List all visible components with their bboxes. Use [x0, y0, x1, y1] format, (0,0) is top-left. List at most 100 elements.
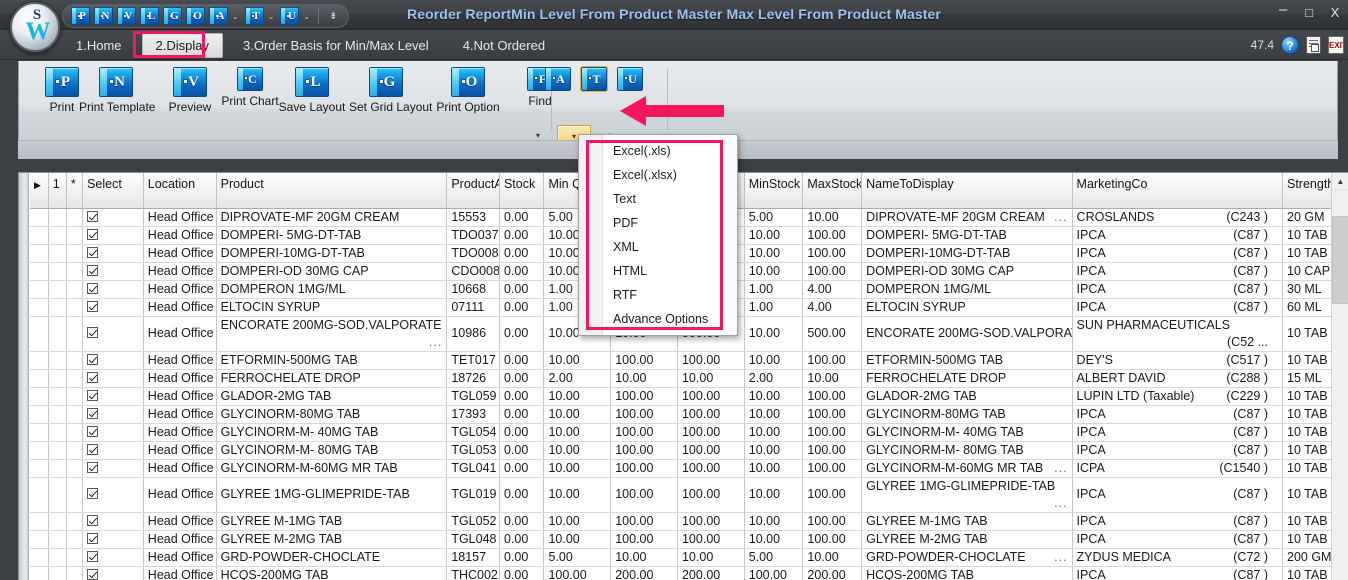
select-cell[interactable]: [82, 459, 144, 478]
t-quick-icon[interactable]: T: [244, 7, 264, 25]
chevron-down-icon[interactable]: ⌄: [268, 12, 275, 21]
row-header-cell[interactable]: [30, 477, 49, 513]
chevron-down-icon[interactable]: ⌄: [303, 12, 310, 21]
select-checkbox[interactable]: [87, 550, 99, 562]
print-option-button[interactable]: O Print Option: [431, 67, 505, 114]
row-header-cell[interactable]: [30, 280, 49, 299]
select-cell[interactable]: [82, 208, 144, 227]
preview-quick-icon[interactable]: V: [117, 7, 136, 25]
tab-3-order-basis-for-min-max-level[interactable]: 3.Order Basis for Min/Max Level: [229, 33, 443, 58]
row-header-cell[interactable]: [30, 262, 49, 281]
select-cell[interactable]: [82, 351, 144, 370]
select-cell[interactable]: [82, 530, 144, 549]
row-header-cell[interactable]: [30, 459, 49, 478]
select-cell[interactable]: [82, 405, 144, 424]
row-header-cell[interactable]: [30, 423, 49, 442]
select-cell[interactable]: [82, 387, 144, 406]
col-header-max-stock[interactable]: MaxStock: [802, 173, 863, 209]
row-header-cell[interactable]: [30, 512, 49, 531]
select-cell[interactable]: [82, 512, 144, 531]
col-header-select[interactable]: Select: [82, 173, 144, 209]
set-grid-layout-quick-icon[interactable]: G: [163, 7, 182, 25]
table-row[interactable]: Head Office ETFORMIN-500MG TAB TET017 0.00 1…: [30, 351, 1348, 370]
row-header-cell[interactable]: [30, 351, 49, 370]
select-cell[interactable]: [82, 441, 144, 460]
select-cell[interactable]: [82, 244, 144, 263]
select-cell[interactable]: [82, 423, 144, 442]
col-header-star[interactable]: *: [66, 173, 84, 209]
minimize-button[interactable]: –: [1276, 2, 1290, 17]
select-checkbox[interactable]: [87, 282, 99, 294]
menu-item-html[interactable]: HTML: [579, 259, 737, 283]
table-row[interactable]: Head Office GLYREE M-1MG TAB TGL052 0.00 10.…: [30, 512, 1348, 531]
col-header-name-to-display[interactable]: NameToDisplay: [861, 173, 1073, 209]
select-checkbox[interactable]: [87, 425, 99, 437]
select-checkbox[interactable]: [87, 371, 99, 383]
row-header-cell[interactable]: [30, 441, 49, 460]
col-header-product-alias[interactable]: ProductAlias: [446, 173, 500, 209]
select-checkbox[interactable]: [87, 488, 99, 499]
maximize-button[interactable]: □: [1302, 6, 1316, 20]
document-icon[interactable]: [1306, 36, 1321, 54]
vertical-scrollbar[interactable]: ▲: [1331, 173, 1348, 580]
table-row[interactable]: Head Office GLYCINORM-M- 40MG TAB TGL054 0.…: [30, 423, 1348, 442]
menu-item-rtf[interactable]: RTF: [579, 283, 737, 307]
print-template-button[interactable]: N Print Template: [79, 67, 155, 114]
quick-access-overflow-icon[interactable]: ⇟: [329, 11, 337, 22]
select-cell[interactable]: [82, 280, 144, 299]
print-quick-icon[interactable]: P: [71, 7, 90, 25]
tab-4-not-ordered[interactable]: 4.Not Ordered: [449, 33, 559, 58]
menu-item-text[interactable]: Text: [579, 187, 737, 211]
a-quick-icon[interactable]: A: [209, 7, 228, 25]
table-row[interactable]: Head Office GLADOR-2MG TAB TGL059 0.00 10.00…: [30, 387, 1348, 406]
menu-item-excel-xlsx[interactable]: Excel(.xlsx): [579, 163, 737, 187]
scrollbar-thumb[interactable]: [1332, 216, 1348, 304]
select-checkbox[interactable]: [87, 264, 99, 276]
select-cell[interactable]: [82, 548, 144, 567]
select-cell[interactable]: [82, 298, 144, 317]
menu-item-advance-options[interactable]: Advance Options: [579, 307, 737, 331]
col-header-min-stock[interactable]: MinStock: [744, 173, 804, 209]
print-option-quick-icon[interactable]: O: [186, 7, 205, 25]
row-header-cell[interactable]: [30, 387, 49, 406]
select-checkbox[interactable]: [87, 327, 99, 338]
col-header-product[interactable]: Product: [216, 173, 448, 209]
scroll-up-arrow[interactable]: ▲: [1332, 173, 1348, 190]
row-header-cell[interactable]: [30, 548, 49, 567]
save-layout-quick-icon[interactable]: L: [140, 7, 159, 25]
row-header-cell[interactable]: [30, 566, 49, 580]
table-row[interactable]: Head Office GLYCINORM-80MG TAB 17393 0.00 10…: [30, 405, 1348, 424]
select-checkbox[interactable]: [87, 514, 99, 526]
select-checkbox[interactable]: [87, 210, 99, 222]
close-button[interactable]: X: [1328, 6, 1342, 20]
u-quick-icon[interactable]: U: [280, 7, 300, 25]
table-row[interactable]: Head Office GLYREE 1MG-GLIMEPRIDE-TAB TGL0…: [30, 477, 1348, 513]
print-template-quick-icon[interactable]: N: [94, 7, 113, 25]
menu-item-pdf[interactable]: PDF: [579, 211, 737, 235]
select-cell[interactable]: [82, 566, 144, 580]
select-cell[interactable]: [82, 262, 144, 281]
col-header-stock[interactable]: Stock: [499, 173, 545, 209]
set-grid-layout-button[interactable]: G Set Grid Layout: [349, 67, 432, 114]
select-checkbox[interactable]: [87, 443, 99, 455]
select-checkbox[interactable]: [87, 246, 99, 258]
col-header-location[interactable]: Location: [143, 173, 217, 209]
row-header-cell[interactable]: [30, 530, 49, 549]
row-header-cell[interactable]: [30, 369, 49, 388]
export-u-button[interactable]: U: [593, 67, 667, 94]
select-checkbox[interactable]: [87, 300, 99, 312]
select-cell[interactable]: [82, 369, 144, 388]
save-layout-button[interactable]: L Save Layout: [275, 67, 349, 114]
table-row[interactable]: Head Office FERROCHELATE DROP 18726 0.00 2.0…: [30, 369, 1348, 388]
app-logo-orb[interactable]: S W: [10, 2, 60, 52]
tab-1-home[interactable]: 1.Home: [62, 33, 136, 58]
col-header-marketing-co[interactable]: MarketingCo: [1072, 173, 1284, 209]
table-row[interactable]: Head Office GLYREE M-2MG TAB TGL048 0.00 10.…: [30, 530, 1348, 549]
select-checkbox[interactable]: [87, 568, 99, 580]
table-row[interactable]: Head Office HCQS-200MG TAB THC002 0.00 100.0…: [30, 566, 1348, 580]
help-icon[interactable]: ?: [1281, 36, 1299, 54]
select-checkbox[interactable]: [87, 389, 99, 401]
table-row[interactable]: Head Office GRD-POWDER-CHOCLATE 18157 0.00 5…: [30, 548, 1348, 567]
select-cell[interactable]: [82, 316, 144, 352]
row-header-cell[interactable]: [30, 298, 49, 317]
